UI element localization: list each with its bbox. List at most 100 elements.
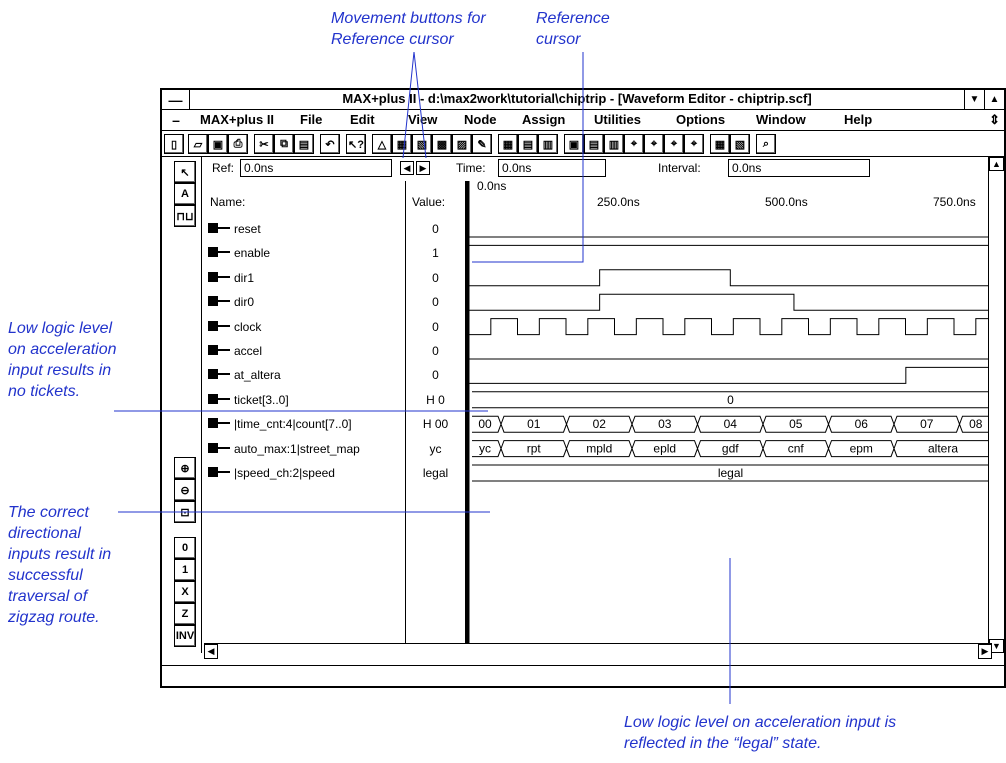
text-tool-icon[interactable]: A (174, 183, 196, 205)
street-map-bus-label: rpt (527, 442, 542, 456)
pointer-tool-icon[interactable]: ↖ (174, 161, 196, 183)
save-check-icon[interactable]: ▩ (432, 134, 452, 154)
find-node-icon[interactable]: ⌖ (624, 134, 644, 154)
signal-row[interactable]: dir1 (204, 266, 405, 290)
signal-value-cell: 0 (406, 290, 465, 314)
annotation-line: inputs result in (8, 546, 112, 563)
signal-row[interactable]: reset (204, 217, 405, 241)
zoom-out-icon[interactable]: ⊖ (174, 479, 196, 501)
signal-name: dir1 (234, 270, 255, 285)
menu-window[interactable]: Window (756, 112, 806, 127)
paste-icon[interactable]: ▤ (294, 134, 314, 154)
cut-icon[interactable]: ✂ (254, 134, 274, 154)
signal-row[interactable]: enable (204, 241, 405, 265)
annotation-line: Reference cursor (331, 31, 454, 48)
cascade-icon[interactable]: ▧ (730, 134, 750, 154)
menu-utilities[interactable]: Utilities (594, 112, 641, 127)
tile-icon[interactable]: ▦ (710, 134, 730, 154)
menu-maxplus[interactable]: MAX+plus II (200, 112, 274, 127)
simulate-icon[interactable]: ✎ (472, 134, 492, 154)
zoom-icon[interactable]: ⌕ (756, 134, 776, 154)
annotation-line: successful (8, 567, 83, 584)
hierarchy-up-icon[interactable]: △ (372, 134, 392, 154)
save-icon[interactable]: ▣ (208, 134, 228, 154)
find-next-icon[interactable]: ⌖ (644, 134, 664, 154)
signal-row[interactable]: clock (204, 315, 405, 339)
scroll-up-button[interactable]: ▲ (989, 157, 1004, 171)
system-menu-button[interactable]: — (162, 90, 190, 109)
count-bus-label: 06 (855, 417, 869, 431)
hierarchy-display-icon[interactable]: ▦ (392, 134, 412, 154)
signal-name: clock (234, 319, 262, 334)
fit-window-icon[interactable]: ⊡ (174, 501, 196, 523)
signal-row[interactable]: |time_cnt:4|count[7..0] (204, 412, 405, 436)
print-icon[interactable]: ⎙ (228, 134, 248, 154)
dont-care-x-icon[interactable]: X (174, 581, 196, 603)
scroll-left-button[interactable]: ◀ (204, 644, 218, 659)
copy-icon[interactable]: ⧉ (274, 134, 294, 154)
high-1-icon[interactable]: 1 (174, 559, 196, 581)
signal-value-cell: 0 (406, 266, 465, 290)
find-prev-icon[interactable]: ⌖ (664, 134, 684, 154)
waveform-editor-window: — MAX+plus II - d:\max2work\tutorial\chi… (160, 88, 1006, 688)
menu-edit[interactable]: Edit (350, 112, 375, 127)
minimize-button[interactable]: ▼ (964, 90, 984, 109)
new-file-icon[interactable]: ▯ (164, 134, 184, 154)
signal-value-cell: 1 (406, 241, 465, 265)
menu-node[interactable]: Node (464, 112, 497, 127)
low-0-icon[interactable]: 0 (174, 537, 196, 559)
ref-move-left-button[interactable]: ◀ (400, 161, 414, 175)
count-bus-label: 00 (478, 417, 492, 431)
scroll-right-button[interactable]: ▶ (978, 644, 992, 659)
project-name-icon[interactable]: ▦ (498, 134, 518, 154)
count-bus-label: 05 (789, 417, 803, 431)
signal-value: legal (422, 466, 449, 480)
annotation-line: The correct (8, 504, 89, 521)
signal-row[interactable]: |speed_ch:2|speed (204, 461, 405, 485)
project-current-icon[interactable]: ▤ (518, 134, 538, 154)
maximize-button[interactable]: ▲ (984, 90, 1004, 109)
annotation-line: Low logic level (8, 320, 113, 337)
menu-view[interactable]: View (408, 112, 437, 127)
save-compile-icon[interactable]: ▨ (452, 134, 472, 154)
count-bus-label: 01 (527, 417, 541, 431)
signal-value: yc (429, 441, 442, 456)
annotation-line: Movement buttons for (331, 10, 486, 27)
count-bus-label: 02 (593, 417, 607, 431)
signal-row[interactable]: at_altera (204, 363, 405, 387)
signal-row[interactable]: ticket[3..0] (204, 388, 405, 412)
signal-row[interactable]: dir0 (204, 290, 405, 314)
waveform-draw-icon[interactable]: ⊓⊔ (174, 205, 196, 227)
document-system-menu-button[interactable]: – (162, 110, 190, 130)
signal-value-cell: 0 (406, 363, 465, 387)
open-file-icon[interactable]: ▱ (188, 134, 208, 154)
annotation-line: Reference (536, 10, 610, 27)
vertical-scrollbar[interactable]: ▲ ▼ (988, 157, 1004, 653)
menu-help[interactable]: Help (844, 112, 872, 127)
zoom-in-icon[interactable]: ⊕ (174, 457, 196, 479)
menu-options[interactable]: Options (676, 112, 725, 127)
signal-row[interactable]: auto_max:1|street_map (204, 437, 405, 461)
timing-analyzer-icon[interactable]: ▥ (604, 134, 624, 154)
high-z-icon[interactable]: Z (174, 603, 196, 625)
interval-field[interactable]: 0.0ns (728, 159, 870, 177)
simulator-icon[interactable]: ▤ (584, 134, 604, 154)
menu-assign[interactable]: Assign (522, 112, 565, 127)
help-pointer-icon[interactable]: ↖? (346, 134, 366, 154)
signal-value: H 0 (426, 392, 445, 407)
time-field[interactable]: 0.0ns (498, 159, 606, 177)
restore-button[interactable]: ⇕ (989, 112, 1000, 128)
waveform-area[interactable]: 0.0ns 250.0ns 500.0ns 750.0ns 0 00 01 02 03 0… (466, 179, 992, 653)
undo-icon[interactable]: ↶ (320, 134, 340, 154)
project-top-icon[interactable]: ▥ (538, 134, 558, 154)
floorplan-icon[interactable]: ▧ (412, 134, 432, 154)
find-all-icon[interactable]: ⌖ (684, 134, 704, 154)
menu-file[interactable]: File (300, 112, 322, 127)
invert-icon[interactable]: INV (174, 625, 196, 647)
ref-move-right-button[interactable]: ▶ (416, 161, 430, 175)
ref-field[interactable]: 0.0ns (240, 159, 392, 177)
signal-row[interactable]: accel (204, 339, 405, 363)
compiler-icon[interactable]: ▣ (564, 134, 584, 154)
horizontal-scrollbar[interactable]: ◀ ▶ (204, 643, 992, 659)
signal-name: accel (234, 344, 263, 358)
